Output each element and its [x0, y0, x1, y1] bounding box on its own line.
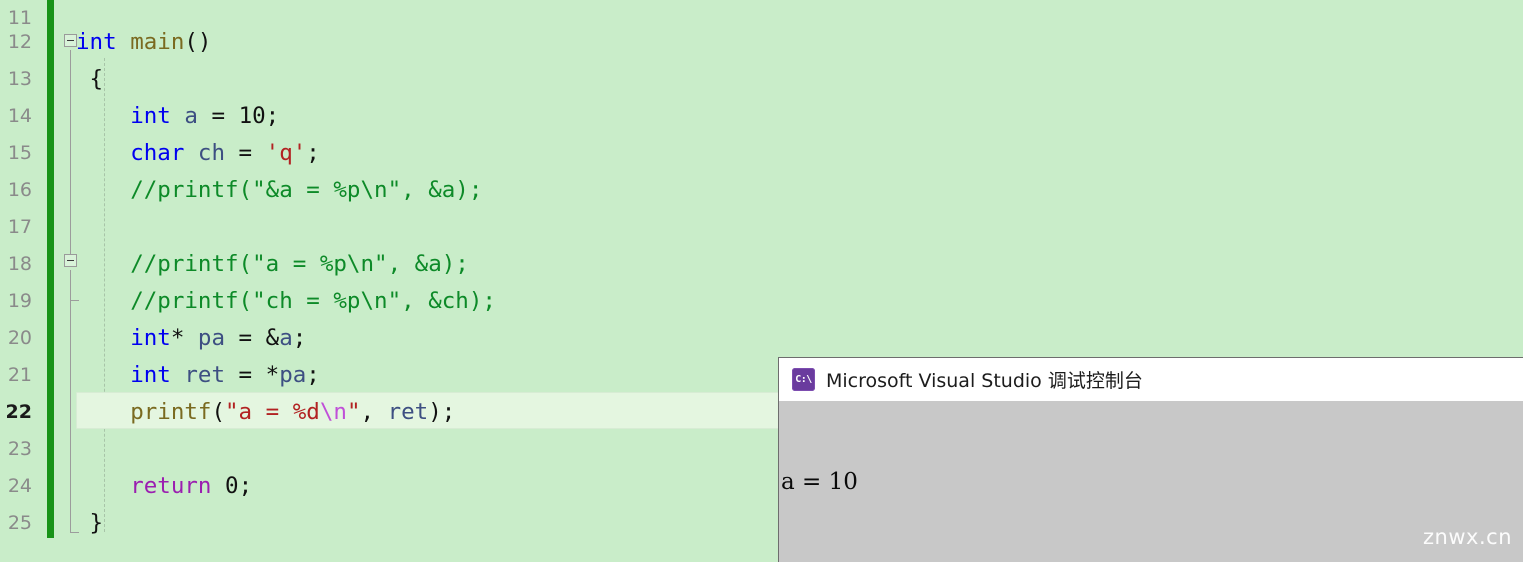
- token-var-a: a: [279, 325, 293, 351]
- token-number-0: 0: [225, 473, 239, 499]
- token-semicolon: ;: [265, 103, 280, 129]
- code-line-21[interactable]: int ret = *pa;: [76, 357, 320, 394]
- line-number-17: 17: [7, 216, 32, 238]
- code-line-18[interactable]: //printf("a = %p\n", &a);: [76, 246, 469, 283]
- line-number-13: 13: [7, 68, 32, 90]
- token-comma: ,: [360, 399, 388, 425]
- token-number-10: 10: [238, 103, 266, 129]
- token-var-ch: ch: [197, 140, 226, 166]
- token-assign: = *: [225, 362, 280, 388]
- token-star: *: [170, 325, 198, 351]
- debug-console-window[interactable]: C:\ Microsoft Visual Studio 调试控制台 a = 10…: [778, 357, 1523, 562]
- token-keyword-int: int: [76, 29, 117, 55]
- code-line-19[interactable]: //printf("ch = %p\n", &ch);: [76, 283, 496, 320]
- line-number-12: 12: [7, 31, 32, 53]
- token-assign: = &: [225, 325, 280, 351]
- line-number-18: 18: [7, 253, 32, 275]
- line-number-21: 21: [7, 364, 32, 386]
- token-keyword-char: char: [130, 140, 185, 166]
- change-tracking-bar: [47, 0, 54, 538]
- console-output-line-1: a = 10: [781, 469, 858, 495]
- line-number-25: 25: [7, 512, 32, 534]
- code-line-22[interactable]: printf("a = %d\n", ret);: [76, 394, 455, 431]
- token-var-pa: pa: [279, 362, 307, 388]
- line-number-23: 23: [7, 438, 32, 460]
- token-string-close: ": [346, 399, 361, 425]
- code-line-12[interactable]: int main(): [76, 24, 211, 61]
- code-line-16[interactable]: //printf("&a = %p\n", &a);: [76, 172, 482, 209]
- line-number-15: 15: [7, 142, 32, 164]
- token-keyword-int: int: [130, 103, 171, 129]
- token-var-pa: pa: [197, 325, 226, 351]
- fold-line-inner: [70, 270, 71, 532]
- token-open-brace: {: [76, 66, 104, 92]
- token-var-a: a: [184, 103, 198, 129]
- code-line-20[interactable]: int* pa = &a;: [76, 320, 306, 357]
- watermark: znwx.cn: [1423, 525, 1512, 549]
- code-line-15[interactable]: char ch = 'q';: [76, 135, 320, 172]
- line-number-gutter: 11 12 13 14 15 16 17 18 19 20 21 22 23 2…: [0, 0, 38, 562]
- fold-line-outer: [70, 50, 71, 254]
- code-line-25[interactable]: }: [76, 505, 104, 542]
- token-function-printf: printf: [130, 399, 212, 425]
- token-comment-2: //printf("a = %p\n", &a);: [130, 251, 469, 277]
- token-escape-newline: \n: [319, 399, 347, 425]
- token-keyword-return: return: [130, 473, 212, 499]
- token-assign: =: [197, 103, 239, 129]
- screenshot-root: 11 12 13 14 15 16 17 18 19 20 21 22 23 2…: [0, 0, 1523, 562]
- token-function-main: main: [130, 29, 185, 55]
- line-number-19: 19: [7, 290, 32, 312]
- token-comment-3: //printf("ch = %p\n", &ch);: [130, 288, 496, 314]
- token-var-ret: ret: [387, 399, 429, 425]
- token-keyword-int: int: [130, 362, 171, 388]
- line-number-22: 22: [5, 401, 32, 423]
- token-char-literal-q: 'q': [265, 140, 307, 166]
- code-line-13[interactable]: {: [76, 61, 104, 98]
- token-var-ret: ret: [184, 362, 226, 388]
- token-parens: (): [184, 29, 212, 55]
- cmd-prompt-icon: C:\: [792, 368, 815, 391]
- token-close-brace: }: [76, 510, 104, 536]
- line-number-24: 24: [7, 475, 32, 497]
- token-semicolon: ;: [238, 473, 253, 499]
- token-semicolon: ;: [292, 325, 307, 351]
- token-string-format: "a = %d: [225, 399, 320, 425]
- console-output-area[interactable]: a = 10 D:\code\c-language-learning\操作符\D…: [779, 401, 1523, 562]
- line-number-16: 16: [7, 179, 32, 201]
- token-comment-1: //printf("&a = %p\n", &a);: [130, 177, 483, 203]
- token-open-paren: (: [211, 399, 226, 425]
- console-window-title: Microsoft Visual Studio 调试控制台: [826, 370, 1143, 392]
- token-semicolon: ;: [306, 140, 320, 166]
- console-title-bar[interactable]: C:\ Microsoft Visual Studio 调试控制台: [779, 358, 1523, 401]
- token-keyword-int: int: [130, 325, 171, 351]
- line-number-20: 20: [7, 327, 32, 349]
- code-line-14[interactable]: int a = 10;: [76, 98, 279, 135]
- code-line-24[interactable]: return 0;: [76, 468, 252, 505]
- token-close-paren-semicolon: );: [428, 399, 456, 425]
- token-semicolon: ;: [306, 362, 320, 388]
- line-number-14: 14: [7, 105, 32, 127]
- cmd-prompt-icon-text: C:\: [795, 373, 812, 385]
- token-assign: =: [225, 140, 266, 166]
